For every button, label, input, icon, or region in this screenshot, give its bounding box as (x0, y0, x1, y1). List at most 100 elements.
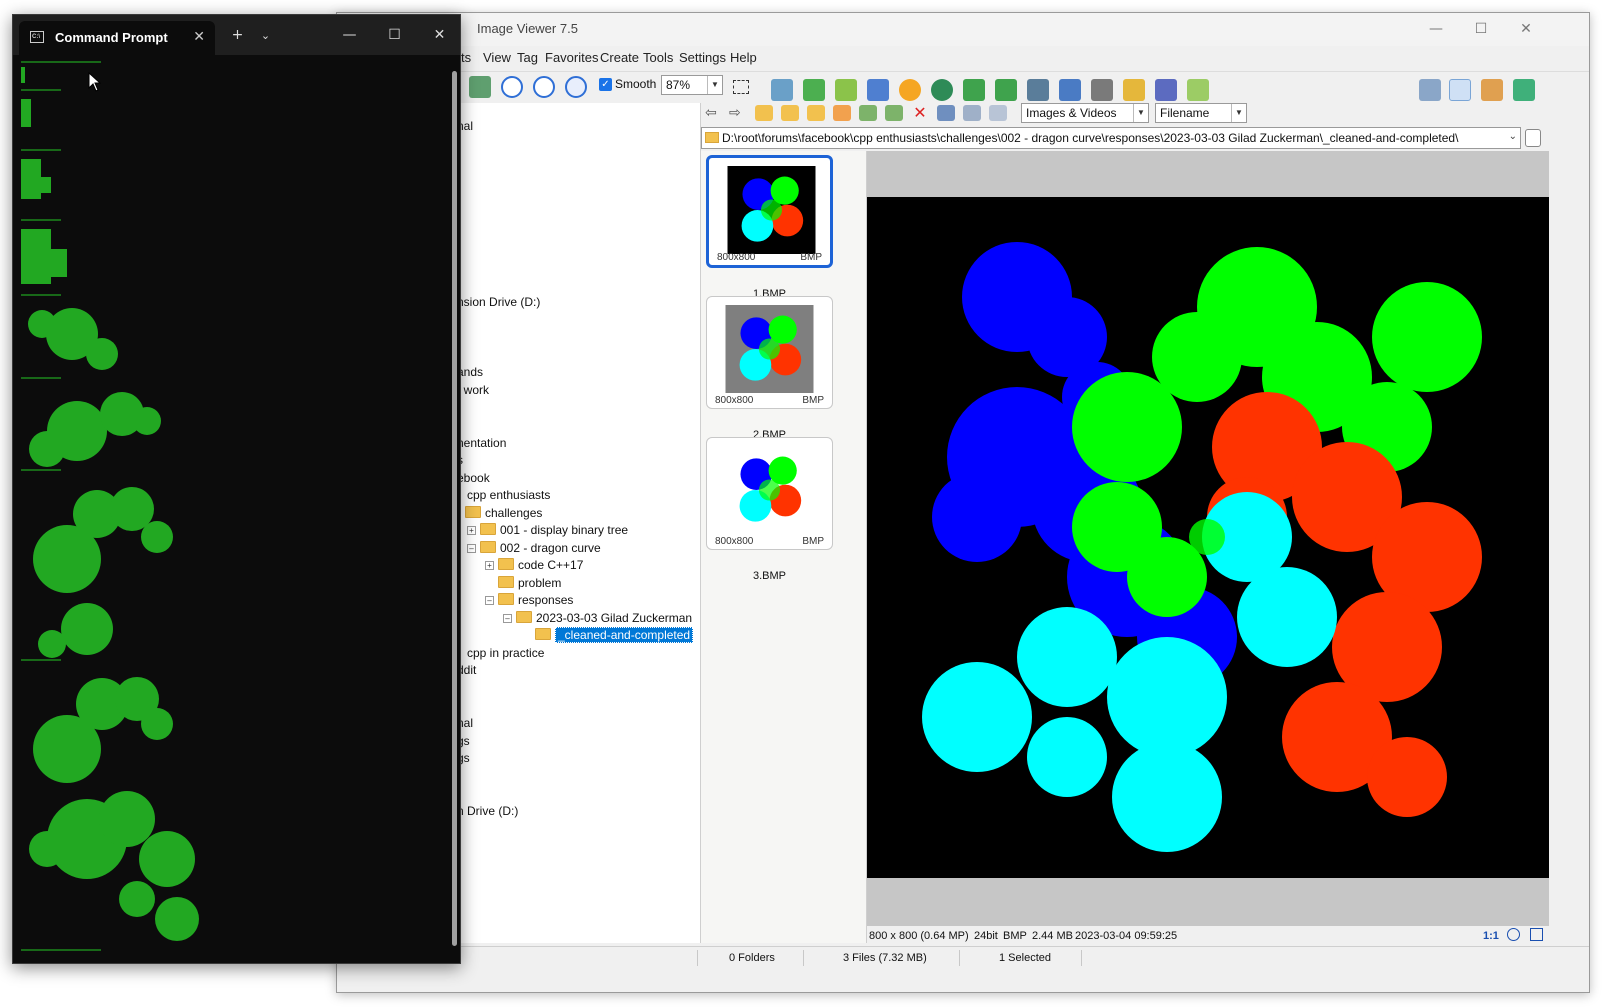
checkbox-checked-icon[interactable]: ✓ (599, 77, 612, 91)
tree-item-drive-d[interactable]: nsion Drive (D:) (457, 295, 540, 309)
zoom-select[interactable]: 87% ▼ (661, 75, 723, 95)
rotate-left-icon[interactable] (963, 79, 985, 101)
move-icon[interactable] (885, 105, 903, 121)
cmd-minimize-button[interactable]: — (327, 15, 372, 55)
tree-item-code[interactable]: + code C++17 (485, 558, 583, 572)
maximize-button[interactable]: ☐ (1458, 13, 1504, 45)
filter-select[interactable]: Images & Videos ▼ (1021, 103, 1149, 123)
tree-item[interactable]: t work (457, 383, 489, 397)
print-icon[interactable] (1155, 79, 1177, 101)
collapse-icon[interactable]: – (467, 544, 476, 553)
zoom-in-icon[interactable] (501, 76, 523, 98)
batch-icon[interactable] (867, 79, 889, 101)
scan-icon[interactable] (1091, 79, 1113, 101)
sort-value: Filename (1160, 106, 1210, 120)
chevron-down-icon[interactable]: ▼ (1231, 104, 1246, 122)
thumbnail-1[interactable]: 800x800 BMP (706, 155, 833, 268)
thumbnails-view-icon[interactable] (1419, 79, 1441, 101)
thumbnail-2[interactable]: 800x800 BMP (706, 296, 833, 409)
image-info-bar: 800 x 800 (0.64 MP) 24bit BMP 2.44 MB 20… (867, 926, 1549, 946)
tree-item-cpp-in-practice[interactable]: cpp in practice (467, 646, 544, 660)
forward-icon[interactable]: ⇨ (729, 105, 747, 121)
favorite-folder-icon[interactable] (781, 105, 799, 121)
details-view-icon[interactable] (937, 105, 955, 121)
thumbnail-format: BMP (800, 252, 822, 263)
open-folder-icon[interactable] (833, 105, 851, 121)
tree-item-problem[interactable]: problem (498, 576, 561, 590)
info-depth: 24bit (974, 930, 998, 942)
move-to-icon[interactable] (835, 79, 857, 101)
thumbnail-dims: 800x800 (715, 395, 754, 406)
menu-favorites[interactable]: Favorites (545, 50, 598, 65)
scrollbar-thumb[interactable] (452, 71, 457, 946)
filter-value: Images & Videos (1026, 106, 1117, 120)
menu-view[interactable]: View (483, 50, 511, 65)
fullscreen-icon[interactable] (1513, 79, 1535, 101)
slideshow-icon[interactable] (771, 79, 793, 101)
tree-view-icon[interactable] (989, 105, 1007, 121)
zoom-out-icon[interactable] (533, 76, 555, 98)
browser-view-icon[interactable] (1449, 79, 1471, 101)
copy-to-icon[interactable] (803, 79, 825, 101)
screen-capture-icon[interactable] (1059, 79, 1081, 101)
tree-item-facebook[interactable]: ebook (457, 471, 490, 485)
menu-help[interactable]: Help (730, 50, 757, 65)
tree-item-responses[interactable]: – responses (485, 593, 573, 607)
close-tab-icon[interactable]: ✕ (193, 28, 205, 45)
path-input[interactable]: D:\root\forums\facebook\cpp enthusiasts\… (701, 127, 1521, 149)
thumbnail-3[interactable]: 800x800 BMP (706, 437, 833, 550)
email-icon[interactable] (1123, 79, 1145, 101)
rotate-right-icon[interactable] (995, 79, 1017, 101)
back-icon[interactable]: ⇦ (705, 105, 723, 121)
set-wallpaper-icon[interactable] (931, 79, 953, 101)
sort-select[interactable]: Filename ▼ (1155, 103, 1247, 123)
cmd-maximize-button[interactable]: ☐ (372, 15, 417, 55)
smooth-checkbox[interactable]: ✓ Smooth (599, 77, 656, 91)
tree-item-drive[interactable]: n Drive (D:) (457, 804, 518, 818)
chevron-down-icon[interactable]: ▼ (707, 76, 722, 94)
chevron-down-icon[interactable]: ▼ (1133, 104, 1148, 122)
console-scrollbar[interactable] (450, 59, 458, 959)
edit-icon[interactable] (1187, 79, 1209, 101)
fit-icon[interactable] (1507, 928, 1520, 941)
tree-item-gilad[interactable]: –2023-03-03 Gilad Zuckerman (503, 611, 692, 625)
save-icon[interactable] (469, 76, 491, 98)
tree-item-cleaned-selected[interactable]: _cleaned-and-completed (535, 627, 694, 643)
menu-create[interactable]: Create (600, 50, 639, 65)
fullscreen-small-icon[interactable] (1530, 928, 1543, 941)
tree-item-002[interactable]: –002 - dragon curve (467, 541, 601, 555)
console-output[interactable] (17, 59, 445, 959)
list-view-icon[interactable] (963, 105, 981, 121)
compare-icon[interactable] (1027, 79, 1049, 101)
viewer-mode-icon[interactable] (1481, 79, 1503, 101)
copy-icon[interactable] (859, 105, 877, 121)
tab-dropdown-icon[interactable]: ⌄ (243, 15, 288, 55)
minimize-button[interactable]: — (1413, 13, 1459, 45)
trash-icon[interactable] (1525, 129, 1541, 147)
delete-icon[interactable]: ✕ (911, 105, 929, 121)
close-button[interactable]: ✕ (1503, 13, 1549, 45)
zoom-ratio[interactable]: 1:1 (1483, 930, 1499, 942)
menu-tag[interactable]: Tag (517, 50, 538, 65)
adjust-color-icon[interactable] (899, 79, 921, 101)
tree-item-cpp-enthusiasts[interactable]: cpp enthusiasts (467, 488, 550, 502)
thumbnail-image (725, 305, 814, 393)
image-preview-panel[interactable] (867, 151, 1549, 926)
expand-icon[interactable]: + (467, 526, 476, 535)
select-rect-icon[interactable] (733, 80, 749, 94)
collapse-icon[interactable]: – (485, 596, 494, 605)
menu-item[interactable]: ts (461, 50, 471, 65)
cmd-tab[interactable]: C:\ Command Prompt ✕ (19, 21, 215, 55)
cmd-close-button[interactable]: ✕ (417, 15, 462, 55)
menu-tools[interactable]: Tools (643, 50, 673, 65)
tree-item-challenges[interactable]: challenges (465, 506, 542, 520)
parent-folder-icon[interactable] (755, 105, 773, 121)
tree-item[interactable]: nentation (457, 436, 506, 450)
tree-item-001[interactable]: +001 - display binary tree (467, 523, 628, 537)
new-folder-icon[interactable] (807, 105, 825, 121)
chevron-down-icon[interactable]: ⌄ (1509, 131, 1517, 142)
expand-icon[interactable]: + (485, 561, 494, 570)
actual-size-icon[interactable] (565, 76, 587, 98)
collapse-icon[interactable]: – (503, 614, 512, 623)
menu-settings[interactable]: Settings (679, 50, 726, 65)
